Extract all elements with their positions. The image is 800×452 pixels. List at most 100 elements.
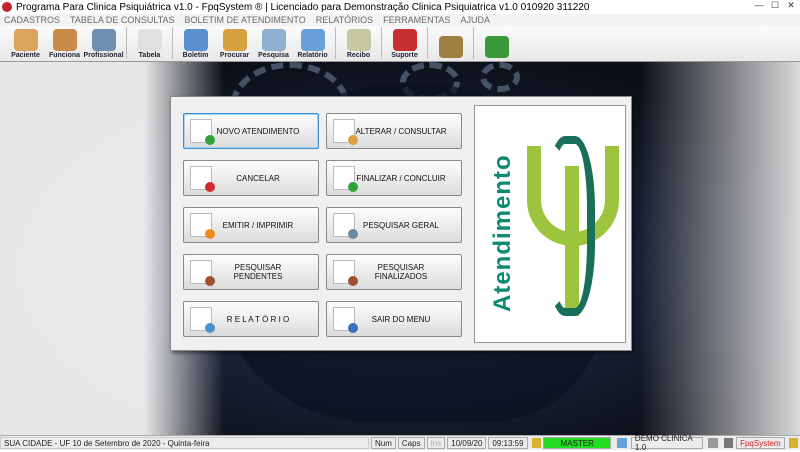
button-label: EMITIR / IMPRIMIR (222, 220, 294, 230)
button-label: ALTERAR / CONSULTAR (355, 126, 447, 136)
minimize-button[interactable]: — (752, 0, 766, 12)
close-button[interactable]: ✕ (784, 0, 798, 12)
print-person-icon (190, 213, 215, 239)
toolbar-label: Tabela (138, 52, 161, 59)
edit-pencil-icon (333, 119, 358, 145)
toolbar-label: Profissional (83, 52, 124, 59)
emitir-imprimir-button[interactable]: EMITIR / IMPRIMIR (183, 207, 319, 243)
funciona-icon (52, 29, 77, 51)
status-date: 10/09/20 (447, 437, 487, 449)
paciente-icon (13, 29, 38, 51)
r-e-l-a-t-o-r-i-o-button[interactable]: R E L A T Ó R I O (183, 301, 319, 337)
menu-item-relato-rios[interactable]: RELATÓRIOS (316, 15, 373, 25)
maximize-button[interactable]: ☐ (768, 0, 782, 12)
relato-rio-icon (300, 29, 325, 51)
toolbar-button-exit[interactable] (477, 25, 516, 61)
suporte-icon (392, 29, 417, 51)
toolbar-button-tabela[interactable]: Tabela (130, 25, 169, 61)
tabela-icon (137, 29, 162, 51)
toolbar-separator (126, 27, 127, 59)
pesquisa-icon (261, 29, 286, 51)
toolbar-button-recibo[interactable]: Recibo (339, 25, 378, 61)
toolbar-separator (381, 27, 382, 59)
pesquisar-pendentes-button[interactable]: PESQUISAR PENDENTES (183, 254, 319, 290)
menu-item-cadastros[interactable]: CADASTROS (4, 15, 60, 25)
toolbar-label: Procurar (219, 52, 250, 59)
toolbar-label: Relatório (297, 52, 328, 59)
window-title: Programa Para Clinica Psiquiátrica v1.0 … (16, 1, 590, 13)
button-label: FINALIZAR / CONCLUIR (356, 173, 446, 183)
toolbar-label: Suporte (391, 52, 418, 59)
app-logo-icon (2, 2, 12, 12)
profissional-icon (91, 29, 116, 51)
toolbar-label: Pesquisa (258, 52, 289, 59)
status-city-date: SUA CIDADE - UF 10 de Setembro de 2020 -… (0, 437, 369, 449)
new-document-icon (190, 119, 215, 145)
button-label: PESQUISAR FINALIZADOS (374, 263, 428, 281)
button-label: NOVO ATENDIMENTO (216, 126, 300, 136)
status-ins: Ins (426, 437, 446, 449)
button-label: PESQUISAR PENDENTES (233, 263, 283, 281)
pesquisar-finalizados-button[interactable]: PESQUISAR FINALIZADOS (326, 254, 462, 290)
toolbar-separator (335, 27, 336, 59)
toolbar-separator (427, 27, 428, 59)
status-time: 09:13:59 (488, 437, 528, 449)
alterar-consultar-button[interactable]: ALTERAR / CONSULTAR (326, 113, 462, 149)
user-icon (531, 438, 541, 448)
search-finished-icon (333, 260, 358, 286)
sair-do-menu-button[interactable]: SAIR DO MENU (326, 301, 462, 337)
toolbar-button-paciente[interactable]: Paciente (6, 25, 45, 61)
menu-item-ferramentas[interactable]: FERRAMENTAS (383, 15, 450, 25)
menu-item-boletim-de-atendimento[interactable]: BOLETIM DE ATENDIMENTO (185, 15, 306, 25)
toolbar-button-procurar[interactable]: Procurar (215, 25, 254, 61)
atendimento-panel: Atendimento NOVO ATENDIMENTO ALTERAR / CO… (170, 96, 632, 351)
novo-atendimento-button[interactable]: NOVO ATENDIMENTO (183, 113, 319, 149)
toolbar-separator (172, 27, 173, 59)
report-printer-icon (190, 307, 215, 333)
toolbar-button-suporte[interactable]: Suporte (385, 25, 424, 61)
exit-icon (484, 36, 509, 58)
finalizar-concluir-button[interactable]: FINALIZAR / CONCLUIR (326, 160, 462, 196)
toolbar-button-funciona[interactable]: Funciona (45, 25, 84, 61)
coin-icon (438, 36, 463, 58)
exit-icon (333, 307, 358, 333)
status-company: DEMO CLINICA 1.0 (630, 434, 704, 452)
button-label: PESQUISAR GERAL (362, 220, 440, 230)
keyboard-icon[interactable] (723, 438, 734, 448)
button-label: SAIR DO MENU (371, 314, 431, 324)
status-bar: SUA CIDADE - UF 10 de Setembro de 2020 -… (0, 434, 800, 452)
menu-item-ajuda[interactable]: AJUDA (460, 15, 490, 25)
snake-icon (545, 136, 595, 316)
boletim-icon (183, 29, 208, 51)
button-label: R E L A T Ó R I O (226, 314, 290, 324)
company-icon (617, 438, 627, 448)
button-label: CANCELAR (236, 173, 280, 183)
status-brand: FpqSystem (736, 437, 785, 449)
menu-item-tabela-de-consultas[interactable]: TABELA DE CONSULTAS (70, 15, 175, 25)
brand-icon (788, 438, 799, 448)
search-pending-icon (190, 260, 215, 286)
atendimento-logo: Atendimento (474, 105, 626, 343)
title-bar: Programa Para Clinica Psiquiátrica v1.0 … (0, 0, 800, 14)
toolbar-label: Paciente (11, 52, 40, 59)
logo-title: Atendimento (489, 154, 516, 312)
status-num: Num (371, 437, 396, 449)
toolbar-label: Boletim (182, 52, 209, 59)
toolbar-button-relato-rio[interactable]: Relatório (293, 25, 332, 61)
check-document-icon (333, 166, 358, 192)
recibo-icon (346, 29, 371, 51)
toolbar: Paciente Funciona Profissional Tabela Boleti… (0, 26, 800, 62)
cancel-document-icon (190, 166, 215, 192)
calculator-icon[interactable] (708, 438, 718, 448)
toolbar-button-coin[interactable] (431, 25, 470, 61)
toolbar-button-boletim[interactable]: Boletim (176, 25, 215, 61)
toolbar-label: Recibo (346, 52, 371, 59)
toolbar-button-profissional[interactable]: Profissional (83, 25, 124, 61)
cancelar-button[interactable]: CANCELAR (183, 160, 319, 196)
toolbar-button-pesquisa[interactable]: Pesquisa (254, 25, 293, 61)
pesquisar-geral-button[interactable]: PESQUISAR GERAL (326, 207, 462, 243)
search-tools-icon (333, 213, 358, 239)
toolbar-separator (473, 27, 474, 59)
status-user: MASTER (542, 437, 612, 449)
status-caps: Caps (397, 437, 425, 449)
